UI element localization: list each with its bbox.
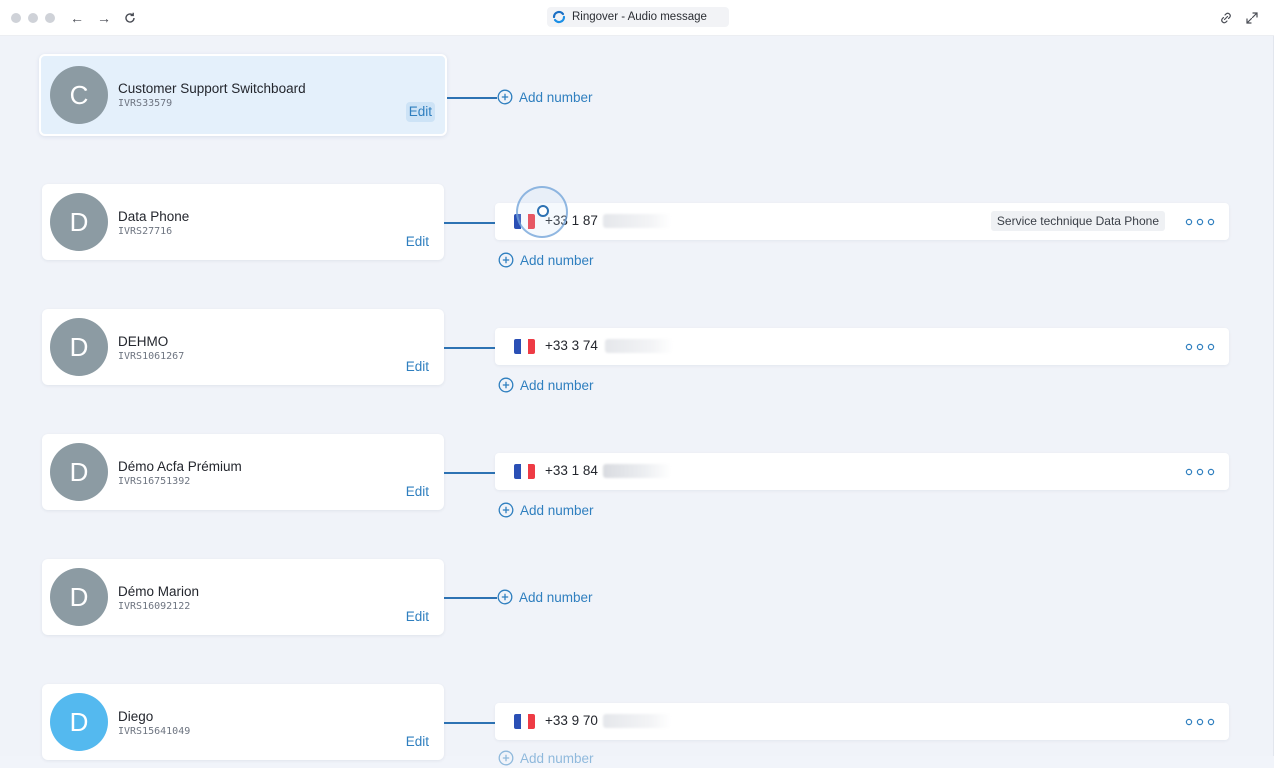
edit-button[interactable]: Edit [403, 482, 432, 502]
avatar: D [50, 193, 108, 251]
plus-circle-icon [498, 750, 514, 766]
back-arrow-icon[interactable]: ← [68, 9, 86, 27]
ivr-id: IVRS1061267 [118, 351, 185, 362]
cursor-pointer [537, 205, 549, 217]
edit-button[interactable]: Edit [403, 732, 432, 752]
connector-line [444, 472, 495, 474]
ivr-card[interactable]: D Data Phone IVRS27716 Edit [42, 184, 444, 260]
redacted-digits [603, 214, 671, 228]
reload-icon[interactable] [121, 9, 139, 27]
ivr-card[interactable]: C Customer Support Switchboard IVRS33579… [39, 54, 447, 136]
phone-number-row[interactable]: +33 1 84 [495, 453, 1229, 490]
phone-number-row[interactable]: +33 9 70 [495, 703, 1229, 740]
ivr-name: Diego [118, 709, 154, 724]
phone-number: +33 3 74 [545, 338, 598, 353]
connector-line [444, 722, 495, 724]
france-flag-icon [514, 339, 535, 354]
more-options-icon[interactable] [1185, 716, 1215, 728]
window-minimize-dot[interactable] [28, 13, 38, 23]
redacted-digits [603, 464, 671, 478]
ivr-card[interactable]: D Démo Acfa Prémium IVRS16751392 Edit [42, 434, 444, 510]
ivr-name: Démo Acfa Prémium [118, 459, 242, 474]
avatar: D [50, 693, 108, 751]
connector-line [444, 222, 495, 224]
plus-circle-icon [498, 377, 514, 393]
more-options-icon[interactable] [1185, 216, 1215, 228]
edit-button[interactable]: Edit [403, 232, 432, 252]
redacted-digits [605, 339, 673, 353]
plus-circle-icon [497, 89, 513, 105]
add-number-label: Add number [520, 252, 594, 268]
connector-line [444, 347, 495, 349]
ivr-card[interactable]: D Démo Marion IVRS16092122 Edit [42, 559, 444, 635]
ivr-id: IVRS16092122 [118, 601, 191, 612]
france-flag-icon [514, 464, 535, 479]
plus-circle-icon [497, 589, 513, 605]
ivr-list-canvas: C Customer Support Switchboard IVRS33579… [0, 36, 1274, 766]
ivr-name: Data Phone [118, 209, 190, 224]
window-titlebar: ← → Ringover - Audio message [0, 0, 1274, 36]
phone-number: +33 9 70 [545, 713, 598, 728]
edit-button[interactable]: Edit [405, 102, 435, 122]
expand-icon[interactable] [1243, 9, 1261, 27]
avatar: D [50, 568, 108, 626]
link-icon[interactable] [1217, 9, 1235, 27]
more-options-icon[interactable] [1185, 466, 1215, 478]
ivr-id: IVRS27716 [118, 226, 173, 237]
add-number-label: Add number [520, 377, 594, 393]
add-number-label: Add number [519, 589, 593, 605]
redacted-digits [603, 714, 671, 728]
phone-number: +33 1 84 [545, 463, 598, 478]
window-zoom-dot[interactable] [45, 13, 55, 23]
ivr-card[interactable]: D Diego IVRS15641049 Edit [42, 684, 444, 760]
number-tag: Service technique Data Phone [990, 211, 1165, 231]
ivr-id: IVRS33579 [118, 98, 173, 109]
add-number-label: Add number [520, 750, 594, 766]
window-title: Ringover - Audio message [572, 11, 707, 23]
avatar: C [50, 66, 108, 124]
ringover-logo-icon [552, 10, 566, 24]
ivr-name: Démo Marion [118, 584, 200, 599]
more-options-icon[interactable] [1185, 341, 1215, 353]
ivr-name: DEHMO [118, 334, 169, 349]
france-flag-icon [514, 714, 535, 729]
window-close-dot[interactable] [11, 13, 21, 23]
avatar: D [50, 318, 108, 376]
phone-number-row[interactable]: +33 1 87 Service technique Data Phone [495, 203, 1229, 240]
plus-circle-icon [498, 252, 514, 268]
ivr-card[interactable]: D DEHMO IVRS1061267 Edit [42, 309, 444, 385]
ivr-name: Customer Support Switchboard [118, 81, 306, 96]
add-number-label: Add number [520, 502, 594, 518]
add-number-button[interactable]: Add number [498, 500, 594, 520]
add-number-button[interactable]: Add number [497, 87, 593, 107]
edit-button[interactable]: Edit [403, 357, 432, 377]
phone-number-row[interactable]: +33 3 74 [495, 328, 1229, 365]
forward-arrow-icon[interactable]: → [95, 9, 113, 27]
ivr-id: IVRS16751392 [118, 476, 191, 487]
ivr-id: IVRS15641049 [118, 726, 191, 737]
plus-circle-icon [498, 502, 514, 518]
add-number-button[interactable]: Add number [498, 748, 594, 768]
window-title-tab: Ringover - Audio message [547, 7, 729, 27]
add-number-button[interactable]: Add number [498, 250, 594, 270]
add-number-label: Add number [519, 89, 593, 105]
add-number-button[interactable]: Add number [498, 375, 594, 395]
edit-button[interactable]: Edit [403, 607, 432, 627]
avatar: D [50, 443, 108, 501]
connector-line [444, 597, 497, 599]
connector-line [447, 97, 497, 99]
add-number-button[interactable]: Add number [497, 587, 593, 607]
